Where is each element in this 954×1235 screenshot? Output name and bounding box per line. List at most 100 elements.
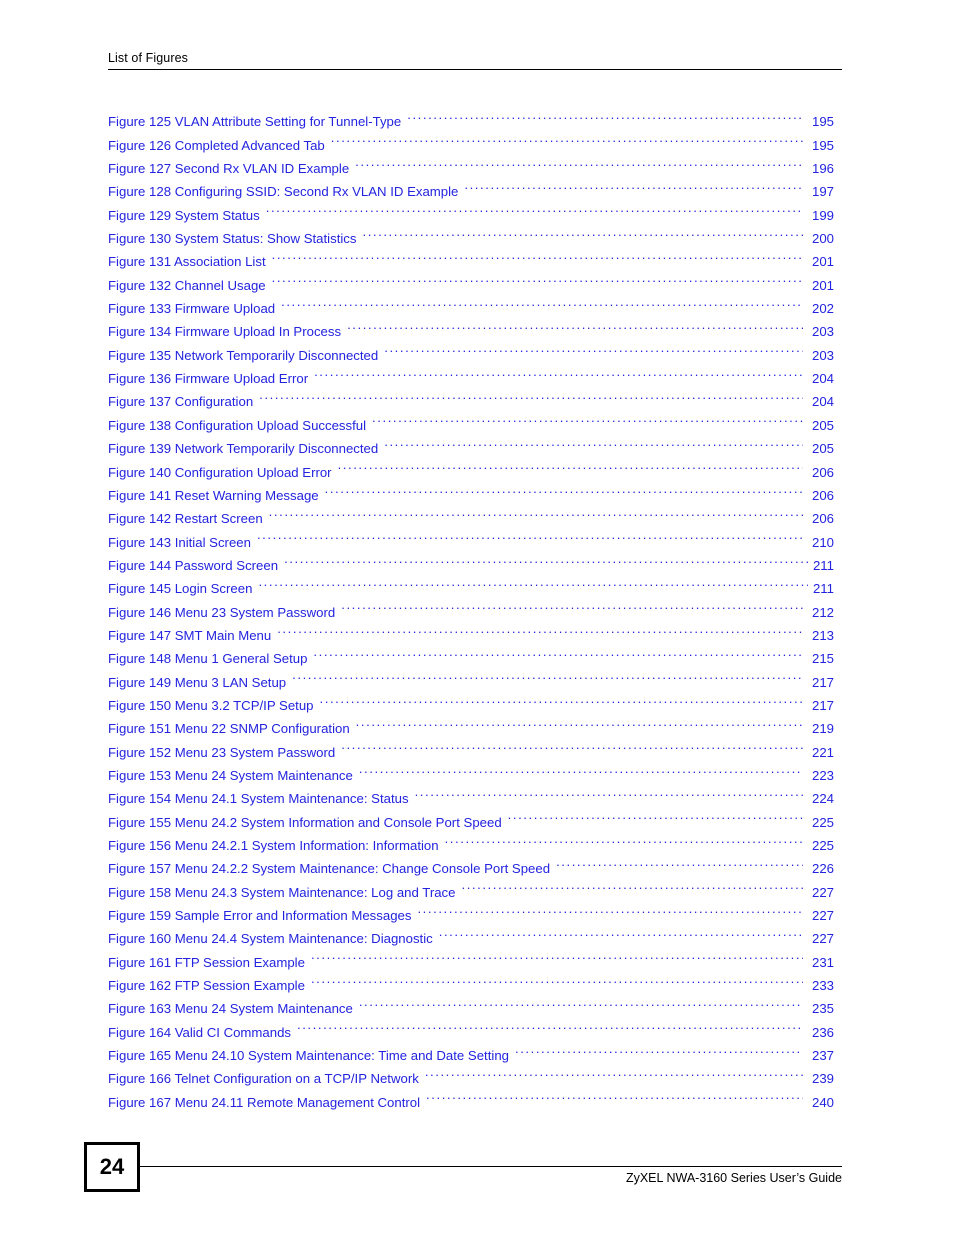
figure-entry-label: Figure 137 Configuration [108, 394, 254, 410]
figure-entry-label: Figure 166 Telnet Configuration on a TCP… [108, 1071, 419, 1087]
figure-entry-label: Figure 153 Menu 24 System Maintenance [108, 767, 353, 783]
dot-leader [266, 196, 803, 219]
dot-leader [508, 803, 803, 826]
figure-entry-page: 211 [812, 557, 834, 573]
figure-entry-page: 213 [811, 627, 834, 643]
list-of-figures: Figure 125 VLAN Attribute Setting for Tu… [108, 103, 834, 1110]
dot-leader [417, 897, 803, 920]
dot-leader [445, 827, 803, 850]
figure-entry-page: 204 [811, 394, 834, 410]
figure-entry-page: 226 [811, 861, 834, 877]
page-footer: 24 ZyXEL NWA-3160 Series User’s Guide [84, 1142, 844, 1202]
figure-entry-label: Figure 138 Configuration Upload Successf… [108, 417, 367, 433]
figure-entry-label: Figure 140 Configuration Upload Error [108, 464, 332, 480]
dot-leader [426, 1083, 803, 1106]
figure-entry-page: 201 [811, 254, 834, 270]
figure-entry-label: Figure 150 Menu 3.2 TCP/IP Setup [108, 697, 314, 713]
figure-entry-page: 206 [811, 487, 834, 503]
figure-entry-label: Figure 161 FTP Session Example [108, 954, 305, 970]
figure-entry-label: Figure 143 Initial Screen [108, 534, 251, 550]
figure-entry-label: Figure 154 Menu 24.1 System Maintenance:… [108, 791, 409, 807]
dot-leader [372, 406, 803, 429]
dot-leader [359, 757, 803, 780]
dot-leader [257, 523, 803, 546]
figure-entry-page: 211 [812, 581, 834, 597]
dot-leader [338, 453, 803, 476]
figure-entry-label: Figure 162 FTP Session Example [108, 978, 305, 994]
dot-leader [359, 990, 803, 1013]
figure-entry-label: Figure 142 Restart Screen [108, 511, 263, 527]
figure-entry-label: Figure 164 Valid CI Commands [108, 1024, 291, 1040]
figure-entry-page: 196 [811, 161, 834, 177]
figure-entry-page: 236 [811, 1024, 834, 1040]
figure-entry-page: 237 [811, 1048, 834, 1064]
dot-leader [281, 290, 803, 313]
figure-entry-label: Figure 152 Menu 23 System Password [108, 744, 336, 760]
dot-leader [331, 126, 803, 149]
figure-entry-label: Figure 151 Menu 22 SNMP Configuration [108, 721, 350, 737]
figure-entry-label: Figure 147 SMT Main Menu [108, 627, 272, 643]
figure-entry-label: Figure 127 Second Rx VLAN ID Example [108, 161, 350, 177]
figure-entry-page: 221 [811, 744, 834, 760]
figure-entry-page: 205 [811, 441, 834, 457]
figure-entry-page: 195 [811, 137, 834, 153]
figure-entry-page: 227 [811, 908, 834, 924]
figure-entry-label: Figure 129 System Status [108, 207, 260, 223]
page-number: 24 [99, 1154, 125, 1179]
dot-leader [297, 1013, 803, 1036]
figure-entry-page: 203 [811, 347, 834, 363]
dot-leader [269, 500, 803, 523]
figure-entry-page: 239 [811, 1071, 834, 1087]
figure-entry-label: Figure 134 Firmware Upload In Process [108, 324, 342, 340]
dot-leader [292, 663, 803, 686]
page-number-box: 24 [84, 1142, 140, 1192]
figure-entry-page: 240 [811, 1094, 834, 1110]
figure-entry-label: Figure 148 Menu 1 General Setup [108, 651, 308, 667]
figure-entry-page: 225 [811, 838, 834, 853]
header-divider [108, 69, 842, 70]
figure-entry-label: Figure 149 Menu 3 LAN Setup [108, 674, 287, 690]
document-page: List of Figures Figure 125 VLAN Attribut… [0, 0, 954, 1235]
dot-leader [439, 920, 803, 943]
figure-entry-page: 206 [811, 511, 834, 527]
figure-entry-page: 231 [811, 954, 834, 970]
figure-entry-page: 227 [811, 884, 834, 900]
figure-entry-label: Figure 132 Channel Usage [108, 277, 266, 293]
dot-leader [272, 266, 803, 289]
dot-leader [284, 547, 808, 570]
dot-leader [362, 220, 803, 243]
list-item[interactable]: Figure 125 VLAN Attribute Setting for Tu… [108, 103, 834, 129]
header-title: List of Figures [108, 51, 189, 65]
figure-entry-page: 235 [811, 1001, 834, 1017]
figure-entry-page: 215 [811, 651, 834, 667]
figure-entry-label: Figure 167 Menu 24.11 Remote Management … [108, 1094, 421, 1110]
figure-entry-page: 217 [811, 697, 834, 713]
figure-entry-page: 199 [811, 207, 834, 223]
dot-leader [461, 873, 803, 896]
figure-entry-label: Figure 158 Menu 24.3 System Maintenance:… [108, 884, 456, 900]
figure-entry-page: 202 [811, 301, 834, 317]
figure-entry-page: 227 [811, 931, 834, 947]
figure-entry-page: 219 [811, 721, 834, 737]
figure-entry-page: 217 [811, 674, 834, 690]
figure-entry-page: 200 [811, 231, 834, 247]
figure-entry-page: 201 [811, 277, 834, 293]
figure-entry-label: Figure 159 Sample Error and Information … [108, 908, 412, 924]
figure-entry-page: 223 [811, 767, 834, 783]
dot-leader [311, 967, 803, 990]
dot-leader [325, 477, 803, 500]
dot-leader [347, 313, 803, 336]
figure-entry-page: 204 [811, 371, 834, 387]
figure-entry-label: Figure 156 Menu 24.2.1 System Informatio… [108, 838, 439, 853]
dot-leader [341, 593, 803, 616]
figure-entry-label: Figure 145 Login Screen [108, 581, 253, 597]
dot-leader [355, 150, 803, 173]
figure-entry-page: 224 [811, 791, 834, 807]
dot-leader [314, 360, 803, 383]
dot-leader [320, 687, 803, 710]
dot-leader [277, 617, 803, 640]
dot-leader [311, 943, 803, 966]
figure-entry-page: 212 [811, 604, 834, 620]
dot-leader [258, 570, 808, 593]
figure-entry-page: 206 [811, 464, 834, 480]
